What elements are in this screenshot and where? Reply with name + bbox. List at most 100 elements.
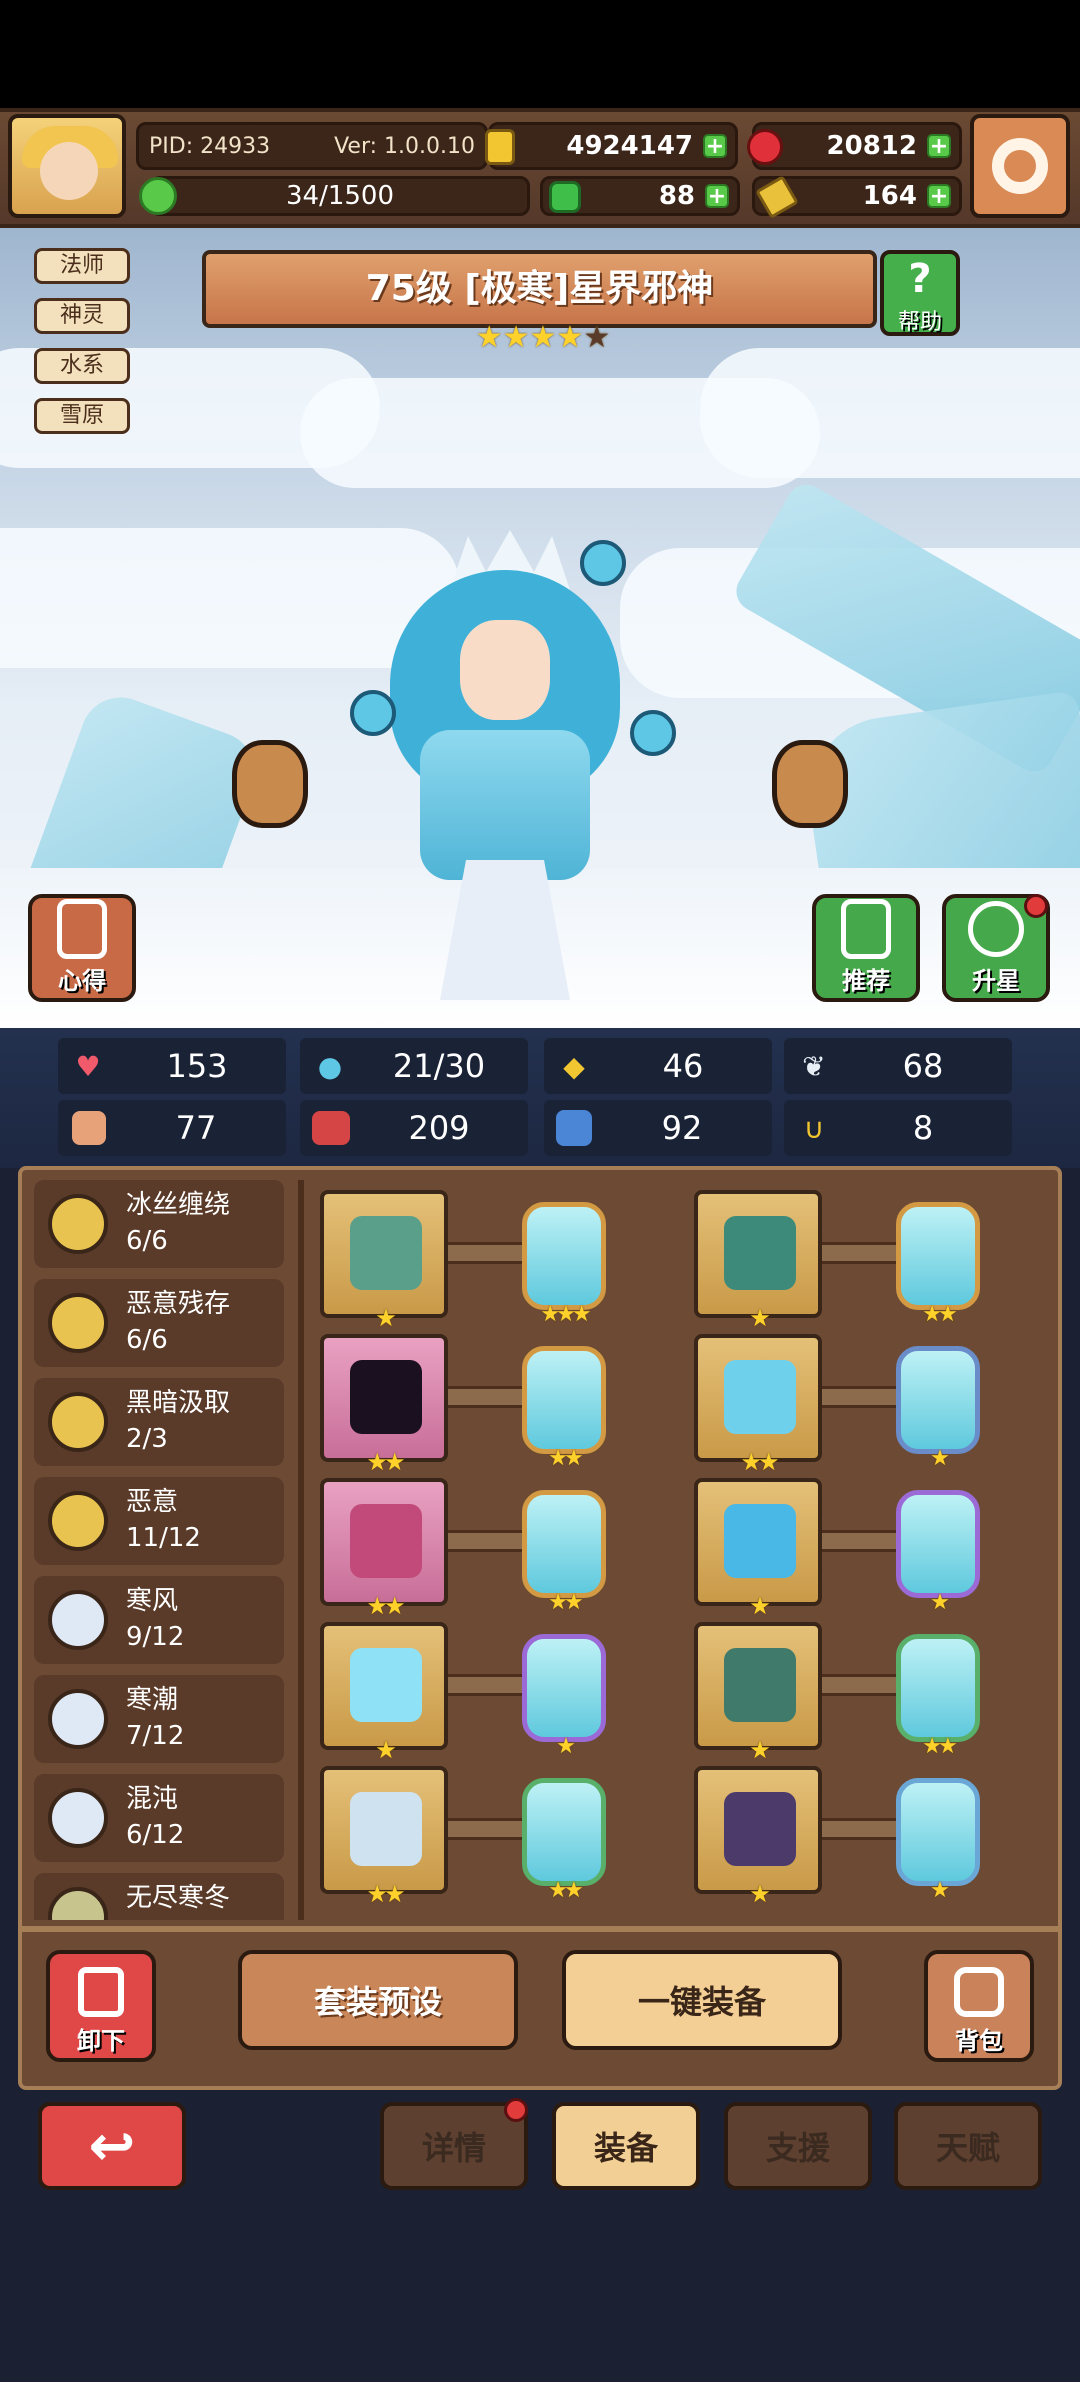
stat-defense: ◆ 46 [544, 1038, 772, 1094]
set-bonus-item[interactable]: 黑暗汲取 2/3 [34, 1378, 284, 1466]
unequip-button[interactable]: 卸下 [46, 1950, 156, 2062]
set-bonus-item[interactable]: 恶意 11/12 [34, 1477, 284, 1565]
gem-slot[interactable]: ★★ [522, 1490, 606, 1615]
equipment-slot[interactable]: ★★ [320, 1334, 448, 1476]
equipment-slot[interactable]: ★ [320, 1622, 448, 1764]
item-stars: ★ [375, 1736, 396, 1764]
equipment-slot[interactable]: ★★ [320, 1478, 448, 1620]
item-stars: ★ [749, 1592, 770, 1620]
equip-all-button[interactable]: 一键装备 [562, 1950, 842, 2050]
set-bonus-item[interactable]: 恶意残存 6/6 [34, 1279, 284, 1367]
set-preset-button[interactable]: 套装预设 [238, 1950, 518, 2050]
set-bonus-item[interactable]: 寒潮 7/12 [34, 1675, 284, 1763]
rotate-right-button[interactable] [772, 740, 848, 828]
slot-connector [448, 1674, 522, 1696]
settings-button[interactable] [970, 114, 1070, 218]
bag-button[interactable]: 背包 [924, 1950, 1034, 2062]
stat-attack: 77 [58, 1100, 286, 1156]
set-medal-icon [48, 1491, 108, 1551]
equipment-slot[interactable]: ★ [320, 1190, 448, 1332]
tab-support[interactable]: 支援 [724, 2102, 872, 2190]
stat-mana-value: 21/30 [392, 1047, 486, 1085]
stat-magic-value: 209 [408, 1109, 470, 1147]
bag-label: 背包 [955, 2027, 1003, 2055]
set-bonus-item[interactable]: 无尽寒冬 [34, 1873, 284, 1920]
equipment-grid: ★ ★★★ ★ ★★ ★★ ★★ ★★ ★ ★★ ★★ ★ ★ ★ ★ ★ ★★ ★★ ★★ ★ ★ [320, 1190, 1040, 1930]
notification-dot [1024, 894, 1048, 918]
gem-slot[interactable]: ★★ [522, 1346, 606, 1471]
cloak-icon [724, 1216, 796, 1290]
add-ruby-button[interactable]: + [927, 134, 951, 158]
gem-slot[interactable]: ★ [896, 1346, 980, 1471]
set-count: 9/12 [126, 1622, 185, 1652]
gem-slot[interactable]: ★ [896, 1490, 980, 1615]
slot-connector [448, 1530, 522, 1552]
help-label: 帮助 [897, 310, 942, 335]
dark-orb-icon [350, 1360, 422, 1434]
backpack-icon [954, 1967, 1004, 2017]
set-name: 恶意残存 [126, 1289, 231, 1319]
equipment-slot[interactable]: ★ [694, 1478, 822, 1620]
set-medal-icon [48, 1392, 108, 1452]
stat-health-value: 153 [166, 1047, 228, 1085]
item-stars: ★★ [740, 1448, 779, 1476]
gem-slot[interactable]: ★★ [896, 1634, 980, 1759]
gold-value: 4924147 [566, 131, 693, 161]
rotate-left-button[interactable] [232, 740, 308, 828]
gem-slot[interactable]: ★★ [896, 1202, 980, 1327]
slot-connector [448, 1242, 522, 1264]
hero-character[interactable] [330, 530, 676, 1020]
gem-slot[interactable]: ★★★ [522, 1202, 606, 1327]
stat-resist-value: 92 [661, 1109, 703, 1147]
set-bonus-list[interactable]: 冰丝缠绕 6/6 恶意残存 6/6 黑暗汲取 2/3 恶意 11/12 寒风 9/12 寒潮 7/12… [34, 1180, 284, 1920]
equipment-slot[interactable]: ★ [694, 1766, 822, 1908]
unequip-label: 卸下 [77, 2027, 125, 2055]
star-icon: ★ [475, 320, 503, 355]
ruby-counter: 20812 + [747, 122, 962, 170]
stat-magic: 209 [300, 1100, 528, 1156]
tag-region: 雪原 [34, 398, 130, 434]
recommend-button[interactable]: 推荐 [812, 894, 920, 1002]
ruby-value: 20812 [826, 131, 917, 161]
equipment-slot[interactable]: ★★ [320, 1766, 448, 1908]
water-drop-icon: ● [317, 1049, 343, 1083]
gem-slot[interactable]: ★★ [522, 1778, 606, 1903]
gem-slot[interactable]: ★ [522, 1634, 606, 1759]
energy-value: 34/1500 [285, 181, 394, 211]
help-button[interactable]: ? 帮助 [880, 250, 960, 336]
set-name: 冰丝缠绕 [126, 1190, 231, 1220]
gem-slot[interactable]: ★ [896, 1778, 980, 1903]
set-name: 无尽寒冬 [126, 1883, 231, 1913]
tab-talent[interactable]: 天赋 [894, 2102, 1042, 2190]
insight-button[interactable]: 心得 [28, 894, 136, 1002]
player-avatar[interactable] [8, 114, 126, 218]
status-bar [0, 0, 1080, 108]
add-gold-button[interactable]: + [703, 134, 727, 158]
gem-stars: ★ [930, 1446, 950, 1471]
shield-icon: ◆ [563, 1049, 585, 1083]
set-bonus-item[interactable]: 混沌 6/12 [34, 1774, 284, 1862]
star-icon: ★ [502, 320, 530, 355]
stat-health: ♥ 153 [58, 1038, 286, 1094]
thumbs-up-icon [841, 899, 891, 959]
back-arrow-icon: ↩ [88, 2113, 136, 2179]
stat-mana: ● 21/30 [300, 1038, 528, 1094]
set-count: 6/12 [126, 1820, 185, 1850]
add-key-button[interactable]: + [927, 184, 951, 208]
heart-icon: ♥ [75, 1049, 101, 1083]
equipment-slot[interactable]: ★ [694, 1190, 822, 1332]
add-clover-button[interactable]: + [705, 184, 729, 208]
hero-title: 75级 [极寒]星界邪神 [202, 250, 877, 328]
tab-equipment[interactable]: 装备 [552, 2102, 700, 2190]
star-up-label: 升星 [972, 967, 1020, 995]
pid-version-panel: PID: 24933 Ver: 1.0.0.10 [136, 122, 488, 170]
gem-stars: ★ [556, 1734, 576, 1759]
set-bonus-item[interactable]: 寒风 9/12 [34, 1576, 284, 1664]
equipment-slot[interactable]: ★ [694, 1622, 822, 1764]
necklace-icon [350, 1504, 422, 1578]
back-button[interactable]: ↩ [38, 2102, 186, 2190]
set-name: 恶意 [126, 1487, 179, 1517]
equipment-slot[interactable]: ★★ [694, 1334, 822, 1476]
set-medal-icon [48, 1590, 108, 1650]
set-bonus-item[interactable]: 冰丝缠绕 6/6 [34, 1180, 284, 1268]
